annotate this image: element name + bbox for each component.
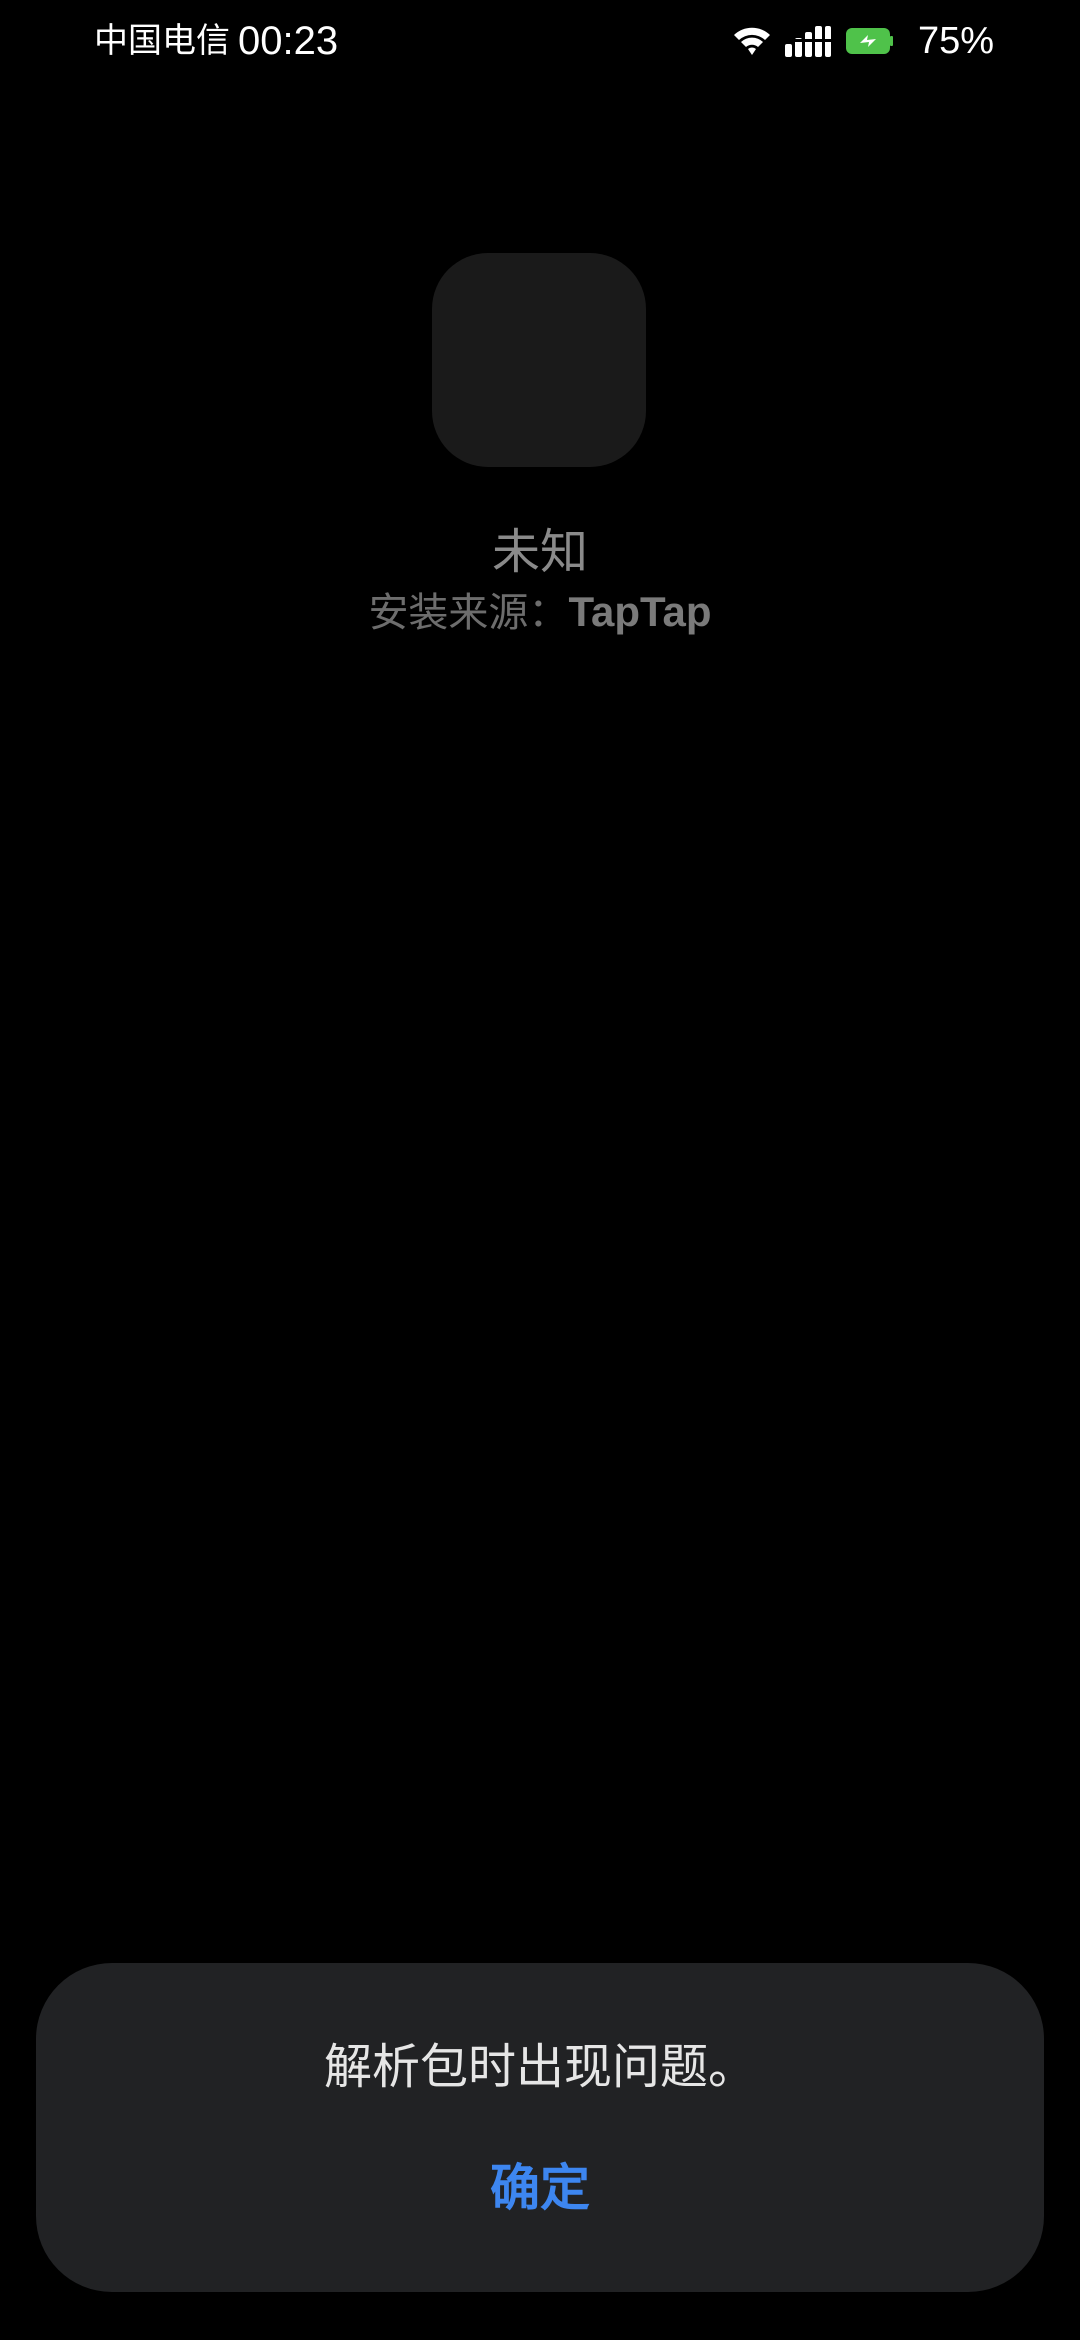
app-icon-placeholder [432,253,646,467]
confirm-button[interactable]: 确定 [440,2143,640,2233]
install-source-value: TapTap [568,588,712,635]
status-clock: 00:23 [238,19,339,63]
carrier-name: 中国电信 [94,21,230,61]
signal-icon [783,26,832,57]
status-right: 75% [732,16,994,66]
app-name: 未知 [491,524,588,580]
dialog-message: 解析包时出现问题。 [323,2039,756,2095]
status-bar: 中国电信 00:23 75% [0,0,1080,80]
wifi-icon [733,27,770,55]
battery-charging-icon [845,28,893,54]
battery-percent: 75% [917,20,994,62]
status-left: 中国电信 00:23 [94,16,338,66]
error-dialog: 解析包时出现问题。 确定 [36,1963,1044,2292]
install-source-label: 安装来源： [368,590,569,636]
install-source: 安装来源：TapTap [0,582,1080,643]
